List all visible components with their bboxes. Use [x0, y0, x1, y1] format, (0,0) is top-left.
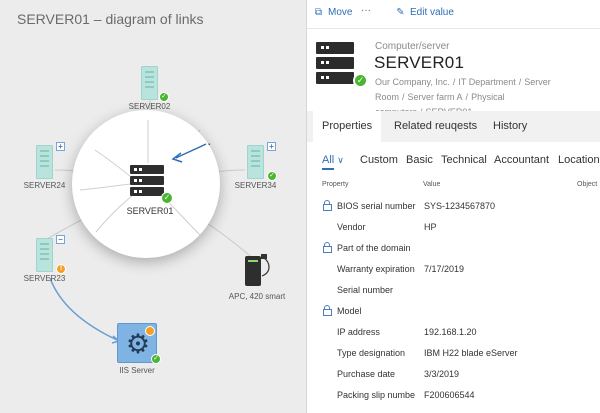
- property-name: BIOS serial number: [337, 201, 416, 211]
- object-header: ✓ Computer/server SERVER01 Our Company, …: [307, 29, 600, 117]
- move-icon: ⧉: [314, 7, 323, 18]
- column-header-object[interactable]: Object: [577, 181, 597, 188]
- status-ok-icon: ✓: [161, 192, 173, 204]
- server-icon: [316, 42, 354, 85]
- status-warning-icon: [145, 326, 155, 336]
- tab-bar: Properties Related reuqests History: [307, 111, 600, 142]
- filter-custom[interactable]: Custom: [360, 154, 398, 166]
- property-name: Type designation: [337, 348, 406, 358]
- lock-icon: [323, 305, 332, 316]
- node-label: SERVER24: [23, 181, 66, 190]
- property-name: Part of the domain: [337, 243, 411, 253]
- node-label: SERVER34: [234, 181, 277, 190]
- more-icon: ···: [361, 5, 371, 16]
- chevron-down-icon: ∨: [337, 155, 344, 165]
- property-name: Serial number: [337, 285, 394, 295]
- property-row[interactable]: Packing slip numbe F200606544: [307, 386, 600, 406]
- server-tower-icon: [36, 145, 53, 179]
- more-options-button[interactable]: ···: [361, 5, 371, 16]
- object-name: SERVER01: [374, 53, 465, 72]
- ups-device-icon[interactable]: [245, 256, 261, 286]
- focus-node-label: SERVER01: [126, 206, 174, 216]
- filter-technical[interactable]: Technical: [441, 154, 487, 166]
- expand-icon[interactable]: +: [267, 142, 276, 151]
- property-name: Warranty expiration: [337, 264, 415, 274]
- object-type: Computer/server: [375, 41, 450, 52]
- node-server-right[interactable]: + ✓ SERVER34: [235, 142, 277, 190]
- property-row[interactable]: Type designation IBM H22 blade eServer: [307, 344, 600, 364]
- properties-panel: ⧉ Move ··· ✎ Edit value ✓ Computer/serve…: [306, 0, 600, 413]
- property-value[interactable]: 192.168.1.20: [424, 327, 477, 337]
- property-value[interactable]: 3/3/2019: [424, 369, 459, 379]
- collapse-icon[interactable]: −: [56, 235, 65, 244]
- status-ok-icon: ✓: [151, 354, 161, 364]
- status-warning-icon: !: [56, 264, 66, 274]
- tab-related-requests[interactable]: Related reuqests: [385, 111, 486, 142]
- node-label: SERVER23: [23, 274, 66, 283]
- filter-bar: All ∨ Custom Basic Technical Accountant L…: [307, 151, 600, 171]
- breadcrumb-item[interactable]: Server farm A: [408, 92, 463, 102]
- property-row[interactable]: Vendor HP: [307, 218, 600, 238]
- property-value[interactable]: SYS-1234567870: [424, 201, 495, 211]
- toolbar: ⧉ Move ··· ✎ Edit value: [307, 0, 600, 29]
- property-name: Vendor: [337, 222, 366, 232]
- property-name: IP address: [337, 327, 380, 337]
- focus-server-icon[interactable]: ✓: [130, 165, 173, 204]
- property-row[interactable]: Serial number: [307, 281, 600, 301]
- column-header-value[interactable]: Value: [423, 181, 440, 188]
- property-row[interactable]: Purchase date 3/3/2019: [307, 365, 600, 385]
- breadcrumb-item[interactable]: IT Department: [458, 77, 515, 87]
- property-value[interactable]: F200606544: [424, 390, 475, 400]
- property-row[interactable]: IP address 192.168.1.20: [307, 323, 600, 343]
- breadcrumb-item[interactable]: Our Company, Inc.: [375, 77, 450, 87]
- property-row[interactable]: Warranty expiration 7/17/2019: [307, 260, 600, 280]
- apc-label: APC, 420 smart: [228, 292, 286, 301]
- iis-label: IIS Server: [119, 366, 155, 375]
- move-label: Move: [328, 7, 353, 18]
- property-row[interactable]: BIOS serial number SYS-1234567870: [307, 197, 600, 217]
- property-name: Purchase date: [337, 369, 396, 379]
- property-row[interactable]: Part of the domain: [307, 239, 600, 259]
- status-ok-icon: ✓: [159, 92, 169, 102]
- expand-icon[interactable]: +: [56, 142, 65, 151]
- server-tower-icon: [247, 145, 264, 179]
- property-value[interactable]: HP: [424, 222, 437, 232]
- tab-history[interactable]: History: [484, 111, 536, 142]
- server-tower-icon: [141, 66, 158, 100]
- property-value[interactable]: IBM H22 blade eServer: [424, 348, 518, 358]
- property-row[interactable]: Model: [307, 302, 600, 322]
- property-value[interactable]: 7/17/2019: [424, 264, 464, 274]
- filter-basic[interactable]: Basic: [406, 154, 433, 166]
- status-ok-icon: ✓: [353, 73, 368, 88]
- filter-all-label: All: [322, 154, 335, 166]
- edit-icon: ✎: [396, 7, 405, 18]
- lock-icon: [323, 242, 332, 253]
- filter-location[interactable]: Location: [558, 154, 600, 166]
- edit-value-label: Edit value: [410, 7, 454, 18]
- node-server-top[interactable]: ✓ SERVER02: [129, 66, 170, 111]
- status-ok-icon: ✓: [267, 171, 277, 181]
- filter-all[interactable]: All ∨: [322, 154, 344, 166]
- node-server-lower-left[interactable]: − ! SERVER23: [24, 235, 66, 283]
- server-tower-icon: [36, 238, 53, 272]
- node-server-left[interactable]: + SERVER24: [24, 142, 65, 190]
- column-header-property[interactable]: Property: [322, 181, 348, 188]
- property-name: Model: [337, 306, 362, 316]
- move-button[interactable]: ⧉ Move: [313, 7, 353, 18]
- diagram-pane[interactable]: SERVER01 – diagram of links ✓ SERVER02 +…: [0, 0, 306, 413]
- active-filter-indicator: [322, 168, 334, 170]
- filter-accountant[interactable]: Accountant: [494, 154, 549, 166]
- lock-icon: [323, 200, 332, 211]
- tab-properties[interactable]: Properties: [313, 111, 382, 142]
- edit-value-button[interactable]: ✎ Edit value: [395, 7, 454, 18]
- property-name: Packing slip numbe: [337, 390, 416, 400]
